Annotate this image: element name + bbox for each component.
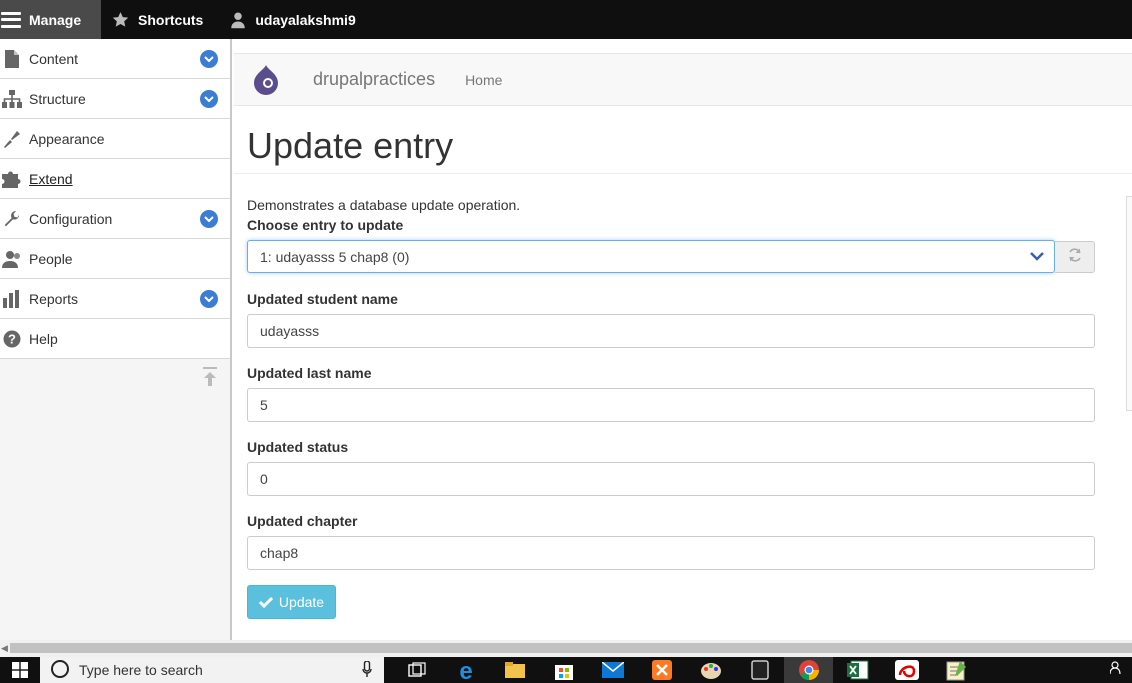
sidebar-item-label: Reports bbox=[29, 290, 79, 307]
scroll-left-icon[interactable]: ◀ bbox=[1, 643, 8, 654]
paint-icon[interactable] bbox=[686, 657, 735, 683]
sidebar-item-reports[interactable]: Reports bbox=[0, 279, 230, 319]
sidebar-item-label: Configuration bbox=[29, 210, 113, 227]
page-description: Demonstrates a database update operation… bbox=[247, 197, 521, 213]
sitemap-icon bbox=[1, 89, 23, 109]
help-icon: ? bbox=[1, 329, 23, 349]
sidebar-item-help[interactable]: ? Help bbox=[0, 319, 230, 359]
wrench-icon bbox=[1, 209, 23, 229]
svg-text:?: ? bbox=[8, 331, 16, 346]
update-button-label: Update bbox=[278, 594, 325, 610]
cortana-icon bbox=[50, 659, 70, 682]
page-title: Update entry bbox=[247, 125, 454, 166]
sidebar-item-label: Content bbox=[29, 50, 79, 67]
user-label: udayalakshmi9 bbox=[255, 11, 356, 28]
manage-label: Manage bbox=[29, 11, 82, 28]
status-input[interactable] bbox=[247, 462, 1095, 496]
mail-icon[interactable] bbox=[588, 657, 637, 683]
shortcuts-tab[interactable]: Shortcuts bbox=[101, 0, 217, 39]
user-icon bbox=[229, 11, 247, 29]
sidebar-item-content[interactable]: Content bbox=[0, 39, 230, 79]
site-name-link[interactable]: drupalpractices bbox=[313, 69, 435, 90]
chevron-down-icon[interactable] bbox=[200, 50, 218, 68]
people-tray-icon[interactable] bbox=[1109, 660, 1124, 681]
task-view-icon[interactable] bbox=[392, 657, 441, 683]
site-header: drupalpractices Home bbox=[234, 53, 1132, 106]
refresh-button[interactable] bbox=[1055, 241, 1095, 273]
chevron-down-icon[interactable] bbox=[200, 90, 218, 108]
hamburger-icon bbox=[1, 11, 21, 28]
sidebar-item-label: People bbox=[29, 250, 73, 267]
xampp-icon[interactable] bbox=[637, 657, 686, 683]
scrollbar-thumb[interactable] bbox=[10, 643, 1132, 653]
chapter-label: Updated chapter bbox=[247, 513, 358, 529]
excel-icon[interactable] bbox=[833, 657, 882, 683]
bar-chart-icon bbox=[1, 289, 23, 309]
sidebar-item-structure[interactable]: Structure bbox=[0, 79, 230, 119]
update-button[interactable]: Update bbox=[247, 585, 336, 619]
star-icon bbox=[111, 11, 130, 29]
sidebar-item-label: Help bbox=[29, 330, 58, 347]
taskbar-search[interactable]: Type here to search bbox=[40, 657, 384, 683]
sidebar-item-label: Appearance bbox=[29, 130, 105, 147]
sidebar-item-label: Extend bbox=[29, 170, 73, 187]
entry-select[interactable]: 1: udayasss 5 chap8 (0) bbox=[247, 240, 1055, 273]
store-icon[interactable] bbox=[539, 657, 588, 683]
entry-select-label: Choose entry to update bbox=[247, 217, 404, 233]
sidebar-item-configuration[interactable]: Configuration bbox=[0, 199, 230, 239]
chevron-down-icon bbox=[1030, 248, 1044, 266]
paintbrush-icon bbox=[1, 129, 23, 149]
last-name-label: Updated last name bbox=[247, 365, 372, 381]
user-tab[interactable]: udayalakshmi9 bbox=[217, 0, 369, 39]
tablet-icon[interactable] bbox=[735, 657, 784, 683]
file-icon bbox=[1, 49, 23, 69]
microphone-icon[interactable] bbox=[362, 659, 372, 680]
admin-menu: Content Structure Appearance Extend Conf… bbox=[0, 39, 230, 359]
manage-tab[interactable]: Manage bbox=[0, 0, 101, 39]
windows-taskbar: Type here to search e bbox=[0, 657, 1132, 683]
puzzle-icon bbox=[1, 169, 23, 189]
student-name-input[interactable] bbox=[247, 314, 1095, 348]
shortcuts-label: Shortcuts bbox=[138, 11, 204, 28]
sidebar-item-appearance[interactable]: Appearance bbox=[0, 119, 230, 159]
inner-scroll-strip[interactable] bbox=[1126, 196, 1132, 411]
home-link[interactable]: Home bbox=[465, 72, 502, 88]
refresh-icon bbox=[1067, 247, 1083, 268]
search-placeholder: Type here to search bbox=[79, 662, 203, 678]
chrome-icon[interactable] bbox=[784, 657, 833, 683]
sidebar-item-label: Structure bbox=[29, 90, 86, 107]
notepad-icon[interactable] bbox=[931, 657, 980, 683]
chevron-down-icon[interactable] bbox=[200, 210, 218, 228]
windows-start-button[interactable] bbox=[0, 657, 40, 683]
chapter-input[interactable] bbox=[247, 536, 1095, 570]
title-divider bbox=[234, 173, 1132, 174]
people-icon bbox=[1, 249, 23, 269]
collapse-sidebar-icon[interactable] bbox=[202, 367, 218, 394]
sidebar-item-people[interactable]: People bbox=[0, 239, 230, 279]
entry-select-value: 1: udayasss 5 chap8 (0) bbox=[260, 248, 410, 265]
checkmark-icon bbox=[258, 596, 273, 608]
status-label: Updated status bbox=[247, 439, 349, 455]
file-explorer-icon[interactable] bbox=[490, 657, 539, 683]
admin-toolbar: Manage Shortcuts udayalakshmi9 bbox=[0, 0, 1132, 39]
windows-logo-icon bbox=[12, 662, 28, 678]
student-name-label: Updated student name bbox=[247, 291, 398, 307]
main-content: drupalpractices Home Update entry Demons… bbox=[232, 39, 1132, 640]
edge-icon[interactable]: e bbox=[441, 657, 490, 683]
svg-text:e: e bbox=[459, 659, 472, 681]
admin-sidebar: Content Structure Appearance Extend Conf… bbox=[0, 39, 232, 640]
drupal-logo-icon[interactable] bbox=[252, 64, 280, 95]
sidebar-item-extend[interactable]: Extend bbox=[0, 159, 230, 199]
last-name-input[interactable] bbox=[247, 388, 1095, 422]
taskbar-apps: e bbox=[392, 657, 980, 683]
airtel-icon[interactable] bbox=[882, 657, 931, 683]
horizontal-scrollbar[interactable]: ◀ bbox=[0, 640, 1132, 657]
chevron-down-icon[interactable] bbox=[200, 290, 218, 308]
